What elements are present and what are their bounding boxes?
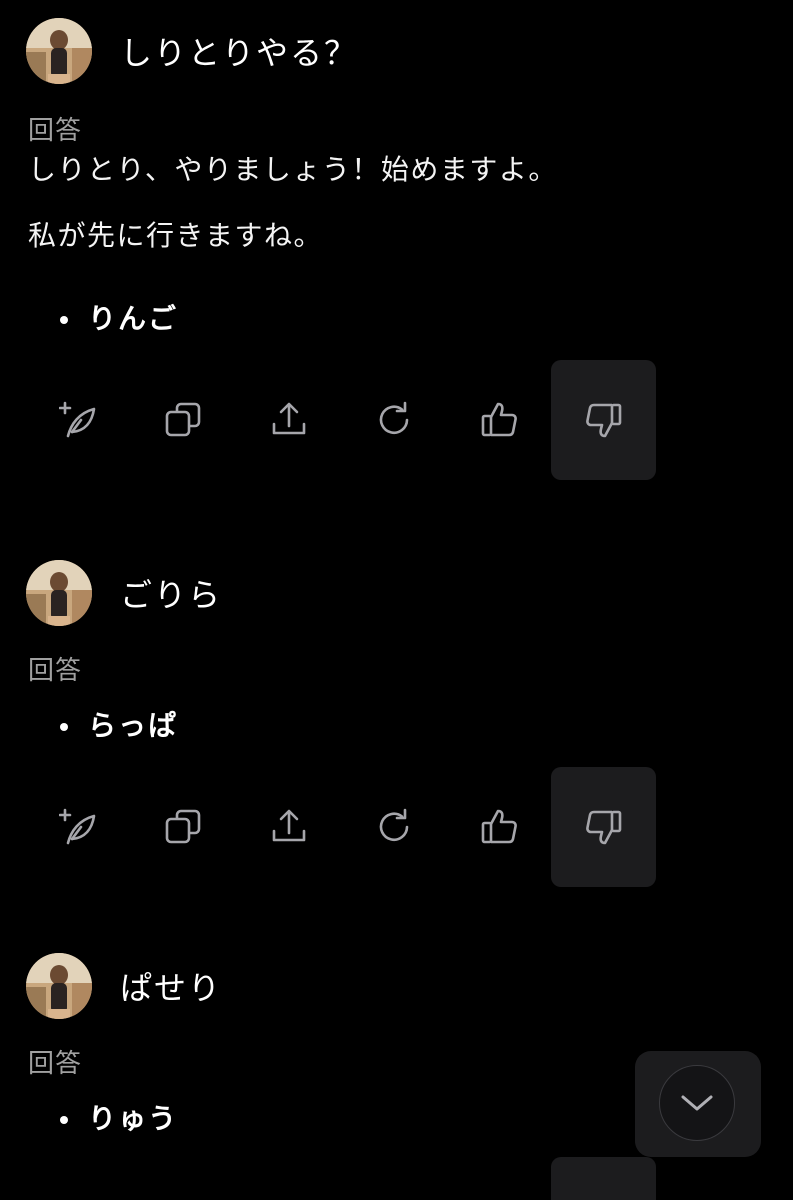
user-avatar[interactable] xyxy=(26,560,92,626)
answer-label: 回答 xyxy=(28,116,83,146)
user-message: しりとりやる？ xyxy=(120,34,359,72)
thumbs-up-icon xyxy=(481,809,517,844)
add-note-button[interactable] xyxy=(26,767,131,887)
answer-paragraph: 私が先に行きますね。 xyxy=(28,219,324,252)
answer-bullet-item: らっぱ xyxy=(60,707,793,745)
regenerate-icon xyxy=(379,401,408,435)
copy-icon xyxy=(165,809,200,844)
user-message-row: しりとりやる？ xyxy=(0,18,793,84)
answer-label: 回答 xyxy=(28,656,83,686)
add-note-button[interactable] xyxy=(26,360,131,480)
response-actions-toolbar xyxy=(0,767,793,887)
share-icon xyxy=(272,809,305,842)
answer-bullet-list: らっぱ xyxy=(0,707,793,745)
conversation-turn: しりとりやる？ 回答 しりとり、やりましょう！始めますよ。 私が先に行きますね。… xyxy=(0,18,793,480)
add-note-icon xyxy=(58,401,95,438)
thumbs-up-icon xyxy=(481,402,517,437)
regenerate-button[interactable] xyxy=(341,767,446,887)
answer-bullet-list: りんご xyxy=(0,300,793,338)
scroll-control-panel xyxy=(635,1051,761,1157)
user-message-row: ごりら xyxy=(0,560,793,626)
chevron-down-icon xyxy=(681,1095,713,1111)
thumbs-down-icon xyxy=(585,810,621,845)
user-message: ごりら xyxy=(120,576,223,614)
thumbs-down-icon xyxy=(585,403,621,438)
regenerate-icon xyxy=(379,808,408,842)
conversation-turn: ごりら 回答 らっぱ xyxy=(0,560,793,887)
user-avatar[interactable] xyxy=(26,953,92,1019)
thumbs-up-button[interactable] xyxy=(446,360,551,480)
thumbs-up-button[interactable] xyxy=(446,767,551,887)
thumbs-down-button[interactable] xyxy=(551,1157,656,1200)
user-message: ぱせり xyxy=(120,969,223,1007)
add-note-icon xyxy=(58,808,95,845)
chat-page: しりとりやる？ 回答 しりとり、やりましょう！始めますよ。 私が先に行きますね。… xyxy=(0,0,793,1200)
copy-button[interactable] xyxy=(131,360,236,480)
user-message-row: ぱせり xyxy=(0,953,793,1019)
regenerate-button[interactable] xyxy=(341,360,446,480)
share-icon xyxy=(272,402,305,435)
response-actions-toolbar xyxy=(0,360,793,480)
user-avatar[interactable] xyxy=(26,18,92,84)
copy-icon xyxy=(165,402,200,437)
scroll-to-bottom-button[interactable] xyxy=(659,1065,735,1141)
thumbs-down-button[interactable] xyxy=(551,767,656,887)
answer-paragraph: しりとり、やりましょう！始めますよ。 xyxy=(28,153,558,186)
share-button[interactable] xyxy=(236,360,341,480)
copy-button[interactable] xyxy=(131,767,236,887)
answer-bullet-item: りんご xyxy=(60,300,793,338)
share-button[interactable] xyxy=(236,767,341,887)
thumbs-down-button[interactable] xyxy=(551,360,656,480)
